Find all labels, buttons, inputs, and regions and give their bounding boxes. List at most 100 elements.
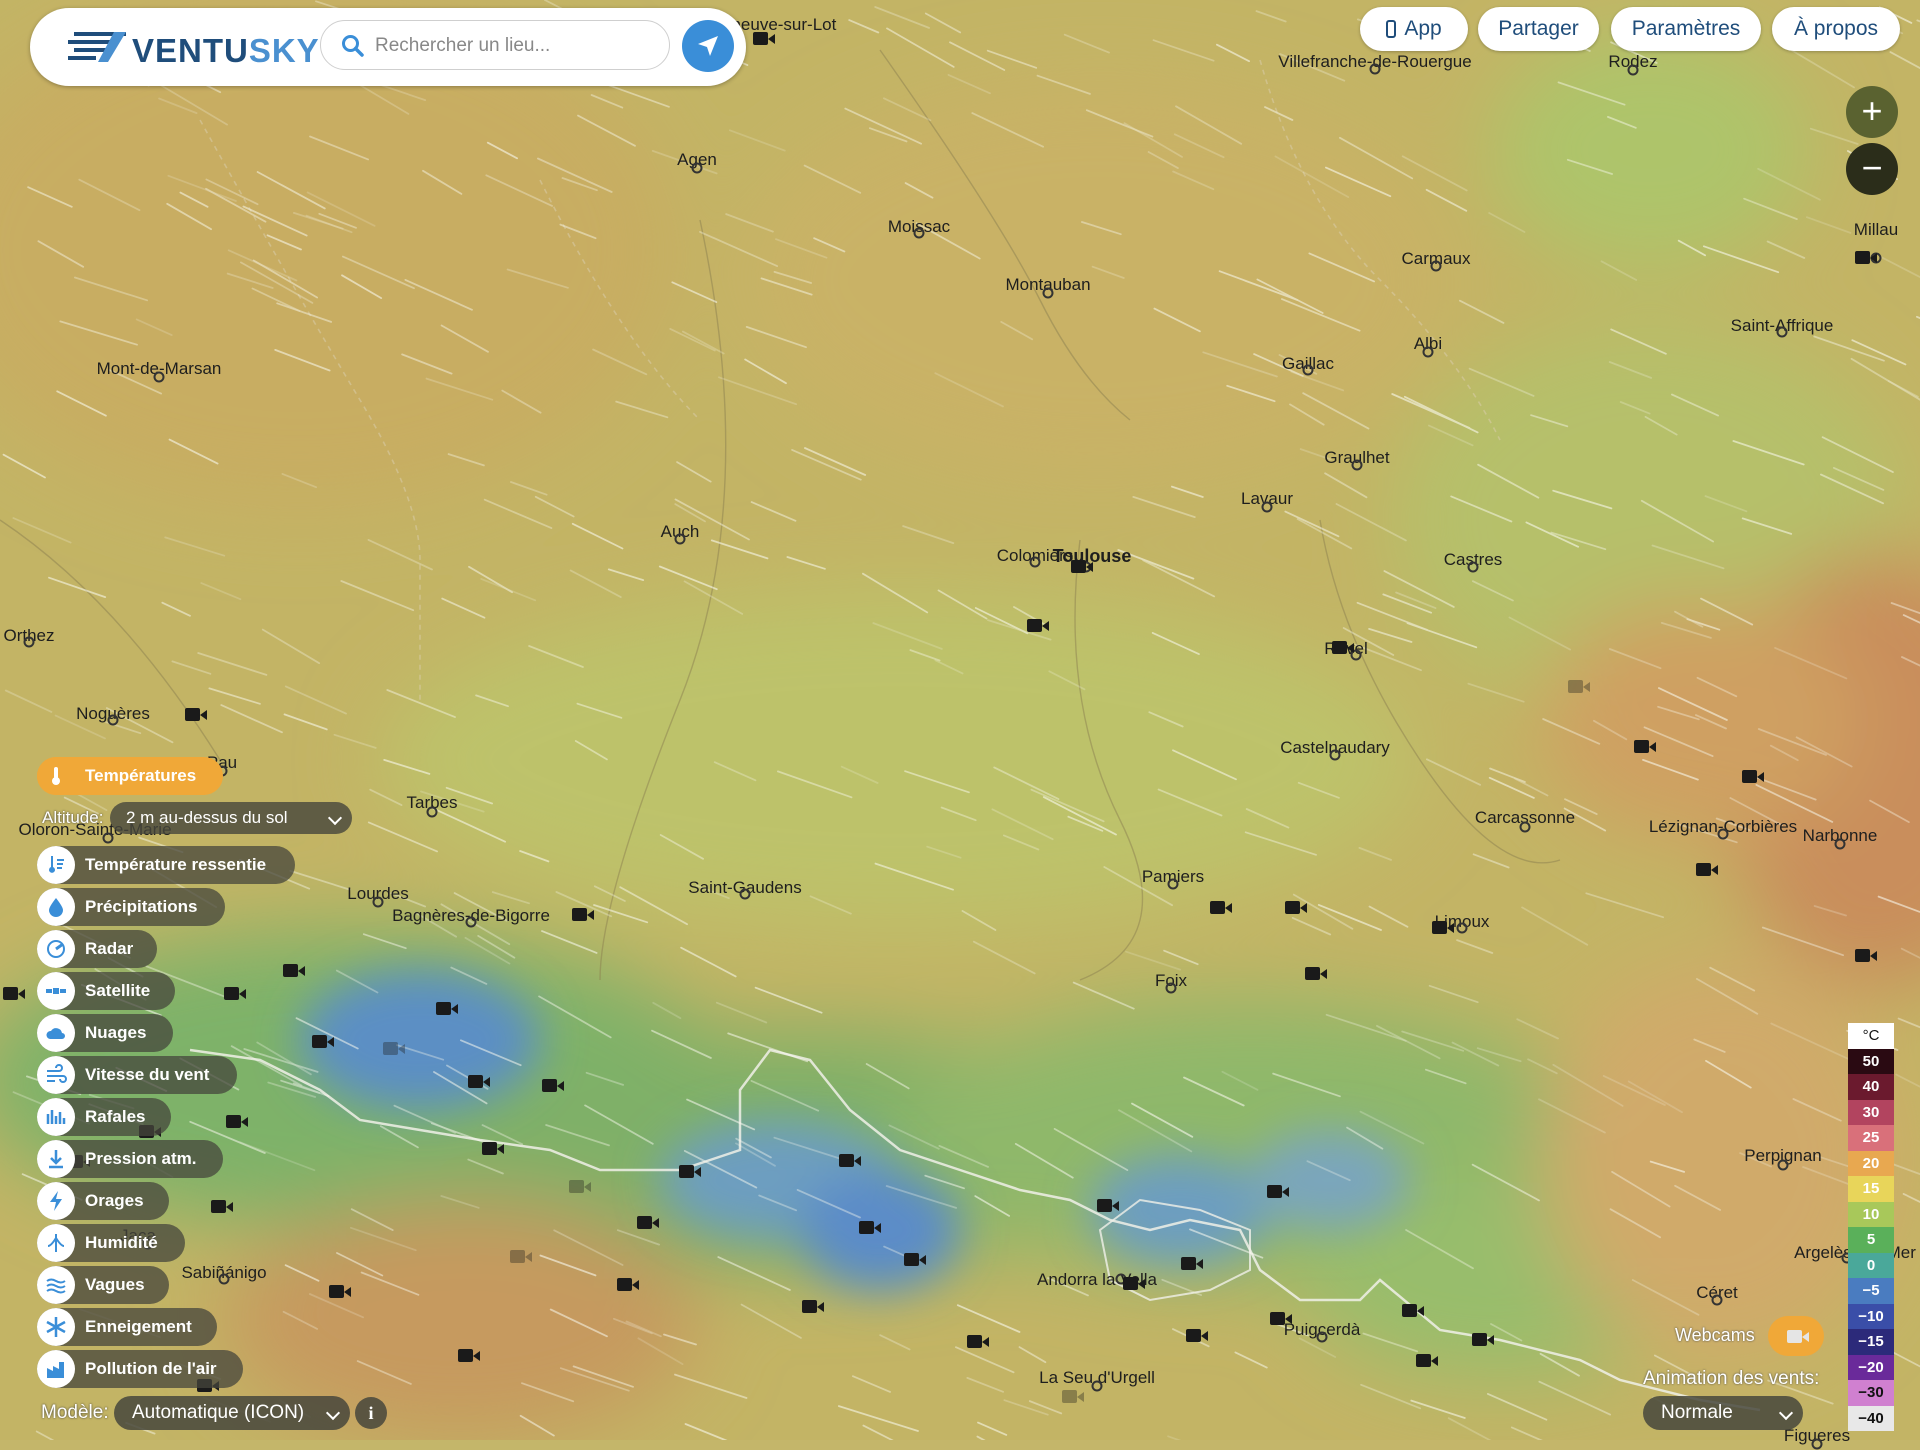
header-bar: VENTUSKY [30,8,746,86]
layer-item[interactable]: Température ressentie [37,846,295,884]
webcam-marker-icon[interactable] [1062,1389,1084,1403]
weather-map[interactable] [0,0,1920,1440]
city-marker [1303,365,1314,376]
locate-button[interactable] [682,20,734,72]
chevron-down-icon [1779,1406,1793,1420]
webcam-marker-icon[interactable] [617,1277,639,1291]
webcam-marker-icon[interactable] [436,1001,458,1015]
search-input[interactable] [373,31,657,61]
search-box[interactable] [320,20,670,70]
layer-item[interactable]: Vitesse du vent [37,1056,237,1094]
webcam-marker-icon[interactable] [859,1220,881,1234]
webcam-marker-icon[interactable] [802,1299,824,1313]
layer-item[interactable]: Vagues [37,1266,169,1304]
city-marker [108,715,119,726]
webcam-marker-icon[interactable] [967,1334,989,1348]
webcam-marker-icon[interactable] [904,1252,926,1266]
about-button[interactable]: À propos [1772,7,1900,51]
share-button[interactable]: Partager [1478,7,1599,51]
webcam-marker-icon[interactable] [1123,1276,1145,1290]
layer-item[interactable]: Satellite [37,972,175,1010]
factory-icon [37,1350,75,1388]
webcams-toggle[interactable] [1768,1316,1824,1356]
app-button[interactable]: App [1360,7,1468,51]
settings-button[interactable]: Paramètres [1611,7,1761,51]
layer-item[interactable]: Orages [37,1182,169,1220]
zoom-out-button[interactable]: − [1846,143,1898,195]
city-marker [914,228,925,239]
city-marker [373,897,384,908]
city-marker [1777,327,1788,338]
layer-item[interactable]: Enneigement [37,1308,217,1346]
webcam-marker-icon[interactable] [312,1034,334,1048]
webcam-marker-icon[interactable] [185,707,207,721]
layer-item[interactable]: Pollution de l'air [37,1350,243,1388]
webcam-marker-icon[interactable] [211,1199,233,1213]
wind-animation-select[interactable]: Normale [1643,1396,1803,1430]
webcam-marker-icon[interactable] [572,907,594,921]
webcam-marker-icon[interactable] [458,1348,480,1362]
webcam-marker-icon[interactable] [224,986,246,1000]
legend-step: −5 [1848,1278,1894,1304]
webcam-marker-icon[interactable] [1210,900,1232,914]
webcam-marker-icon[interactable] [226,1114,248,1128]
layer-label: Nuages [85,1023,146,1042]
webcam-marker-icon[interactable] [1071,559,1093,573]
webcam-marker-icon[interactable] [1285,900,1307,914]
webcam-marker-icon[interactable] [637,1215,659,1229]
webcam-marker-icon[interactable] [1696,862,1718,876]
webcam-marker-icon[interactable] [569,1179,591,1193]
webcam-marker-icon[interactable] [3,986,25,1000]
layer-item[interactable]: Nuages [37,1014,173,1052]
webcam-marker-icon[interactable] [482,1141,504,1155]
layer-item[interactable]: Pression atm. [37,1140,223,1178]
webcam-marker-icon[interactable] [839,1153,861,1167]
altitude-select[interactable]: 2 m au-dessus du sol [110,802,352,834]
layer-temperatures[interactable]: Températures [37,757,223,795]
snowflake-icon [37,1308,75,1346]
city-marker [692,163,703,174]
webcam-marker-icon[interactable] [510,1249,532,1263]
webcam-marker-icon[interactable] [1027,618,1049,632]
webcam-marker-icon[interactable] [283,963,305,977]
zoom-in-button[interactable]: + [1846,86,1898,138]
layer-item[interactable]: Précipitations [37,888,225,926]
webcam-marker-icon[interactable] [1181,1256,1203,1270]
legend-step: −20 [1848,1355,1894,1381]
webcam-marker-icon[interactable] [1472,1332,1494,1346]
webcam-marker-icon[interactable] [1742,769,1764,783]
city-marker [219,1274,230,1285]
model-info-button[interactable]: i [355,1397,387,1429]
droplet-icon [37,888,75,926]
webcam-marker-icon[interactable] [542,1078,564,1092]
model-select[interactable]: Automatique (ICON) [114,1396,350,1430]
webcam-marker-icon[interactable] [1267,1184,1289,1198]
webcam-marker-icon[interactable] [1097,1198,1119,1212]
webcam-marker-icon[interactable] [1305,966,1327,980]
webcam-marker-icon[interactable] [1186,1328,1208,1342]
webcam-marker-icon[interactable] [1416,1353,1438,1367]
layer-label: Satellite [85,981,150,1000]
city-marker [1628,65,1639,76]
webcam-marker-icon[interactable] [329,1284,351,1298]
webcam-marker-icon[interactable] [753,31,775,45]
model-label: Modèle: [41,1402,109,1424]
app-logo[interactable]: VENTUSKY [132,32,320,70]
webcam-marker-icon[interactable] [1402,1303,1424,1317]
webcam-marker-icon[interactable] [1568,679,1590,693]
city-marker [740,889,751,900]
layer-item[interactable]: Rafales [37,1098,171,1136]
city-marker [427,807,438,818]
webcam-marker-icon[interactable] [468,1074,490,1088]
webcam-marker-icon[interactable] [383,1041,405,1055]
webcam-marker-icon[interactable] [1270,1311,1292,1325]
humidity-icon [37,1224,75,1262]
webcam-marker-icon[interactable] [1332,640,1354,654]
layer-item[interactable]: Humidité [37,1224,185,1262]
webcam-marker-icon[interactable] [1432,920,1454,934]
webcam-marker-icon[interactable] [1855,250,1877,264]
webcam-marker-icon[interactable] [679,1164,701,1178]
webcam-marker-icon[interactable] [1855,948,1877,962]
webcam-marker-icon[interactable] [1634,739,1656,753]
layer-item[interactable]: Radar [37,930,157,968]
